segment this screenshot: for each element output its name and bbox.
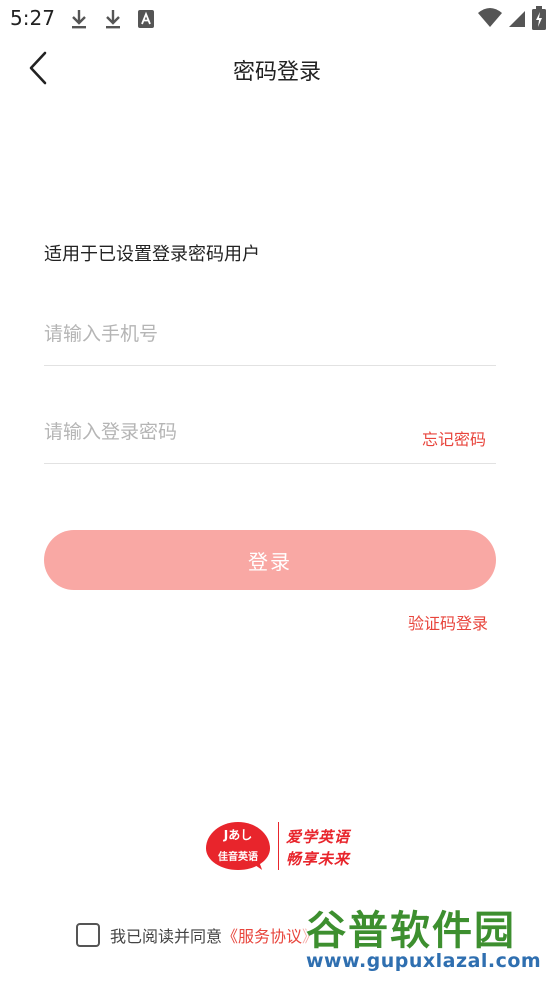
brand-logo: Jあし 佳音英语 爱学英语 畅享未来 <box>206 820 356 874</box>
text-a-icon <box>138 10 154 28</box>
logo-name: 佳音英语 <box>218 852 258 863</box>
page-title: 密码登录 <box>232 60 321 85</box>
logo-slogan-line1: 爱学英语 <box>286 828 351 846</box>
download-icon <box>72 10 86 29</box>
login-hint: 适用于已设置登录密码用户 <box>44 244 260 265</box>
password-field: 忘记密码 <box>44 402 496 464</box>
download-icon <box>106 10 120 29</box>
logo-divider <box>278 822 279 870</box>
status-bar: 5:27 <box>0 0 554 38</box>
logo-slogan-line2: 畅享未来 <box>286 850 351 868</box>
phone-input[interactable] <box>44 304 404 364</box>
header: 密码登录 <box>0 38 554 98</box>
wifi-icon <box>478 8 502 27</box>
agreement-text: 我已阅读并同意 <box>110 927 223 946</box>
signal-icon <box>509 11 525 27</box>
login-button[interactable]: 登录 <box>44 530 496 590</box>
status-time: 5:27 <box>10 6 55 30</box>
agreement-row: 我已阅读并同意 《服务协议》 <box>76 922 318 948</box>
watermark-url: www.gupuxlazal.com <box>306 950 542 972</box>
watermark: 谷普软件园 www.gupuxlazal.com <box>302 896 554 978</box>
battery-charging-icon <box>532 6 546 30</box>
password-input[interactable] <box>44 402 404 462</box>
logo-mark: Jあし <box>223 828 253 842</box>
status-right-icons <box>478 6 546 30</box>
sms-code-login-link[interactable]: 验证码登录 <box>408 610 488 634</box>
agreement-checkbox[interactable] <box>76 923 100 947</box>
phone-field <box>44 304 496 366</box>
forgot-password-link[interactable]: 忘记密码 <box>422 426 486 450</box>
watermark-text: 谷普软件园 <box>306 908 516 954</box>
